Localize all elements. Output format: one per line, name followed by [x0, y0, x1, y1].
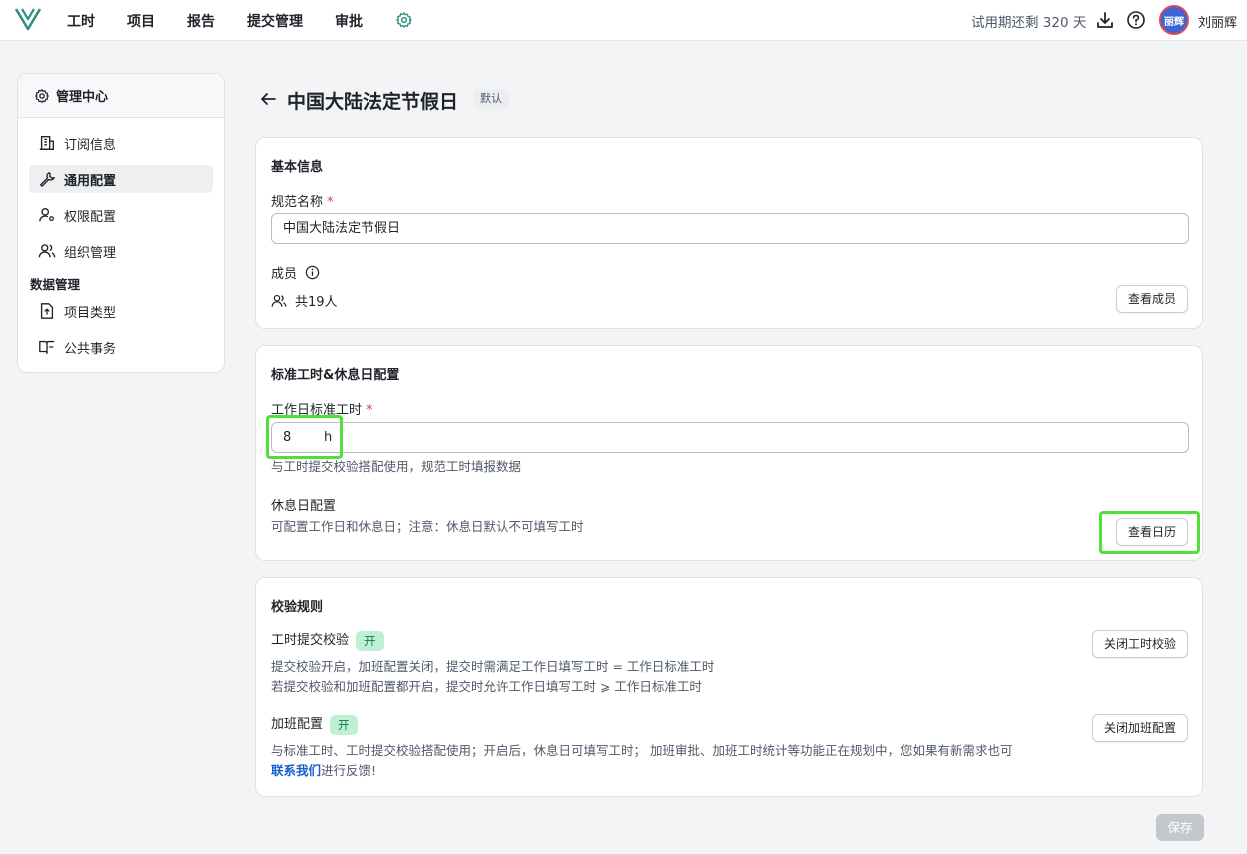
close-overtime-button[interactable]: 关闭加班配置 — [1092, 714, 1189, 742]
highlight-box — [266, 415, 343, 459]
back-arrow-icon[interactable] — [259, 90, 277, 108]
sidebar-item-label: 订阅信息 — [64, 137, 117, 153]
workday-hours-input[interactable]: 8 h — [271, 422, 1189, 453]
name-label-text: 规范名称 — [271, 195, 324, 210]
submit-check-description-2: 若提交校验和加班配置都开启，提交时允许工作日填写工时 ⩾ 工作日标准工时 — [271, 679, 702, 694]
sidebar-item-general-config[interactable]: 通用配置 — [29, 165, 213, 193]
building-icon — [39, 136, 54, 150]
validation-rules-title: 校验规则 — [271, 600, 324, 615]
members-label-text: 成员 — [271, 267, 298, 282]
default-tag: 默认 — [473, 89, 509, 109]
user-avatar[interactable]: 丽辉 — [1159, 5, 1189, 35]
name-input[interactable]: 中国大陆法定节假日 — [271, 213, 1189, 244]
admin-sidebar: 管理中心 订阅信息 通用配置 权限配置 组织管理 数据管理 项目类型 公共事务 — [17, 73, 225, 373]
settings-gear-icon[interactable] — [395, 11, 413, 29]
sidebar-item-project-types[interactable]: 项目类型 — [29, 297, 213, 325]
trial-remaining-text: 试用期还剩 320 天 — [971, 15, 1087, 31]
basic-info-title: 基本信息 — [271, 160, 324, 175]
overtime-description: 与标准工时、工时提交校验搭配使用；开启后，休息日可填写工时； 加班审批、加班工时… — [271, 741, 1091, 781]
user-key-icon — [39, 208, 54, 222]
nav-item-projects[interactable]: 项目 — [127, 11, 155, 31]
standard-hours-title: 标准工时&休息日配置 — [271, 368, 400, 383]
validation-rules-card: 校验规则 工时提交校验开 提交校验开启，加班配置关闭，提交时需满足工作日填写工时… — [255, 577, 1203, 797]
file-icon — [40, 303, 54, 319]
nav-item-submission-management[interactable]: 提交管理 — [247, 11, 303, 31]
members-count-text: 共19人 — [295, 295, 338, 310]
nav-item-reports[interactable]: 报告 — [187, 11, 215, 31]
contact-us-link[interactable]: 联系我们 — [271, 763, 321, 778]
submit-check-description-1: 提交校验开启，加班配置关闭，提交时需满足工作日填写工时 = 工作日标准工时 — [271, 659, 715, 674]
overtime-status-badge: 开 — [330, 714, 358, 735]
page-title: 中国大陆法定节假日 — [287, 91, 459, 113]
close-submit-check-button[interactable]: 关闭工时校验 — [1092, 630, 1189, 658]
overtime-description-text: 与标准工时、工时提交校验搭配使用；开启后，休息日可填写工时； 加班审批、加班工时… — [271, 743, 1013, 758]
sidebar-group-data-management: 数据管理 — [30, 277, 81, 292]
app-logo-icon[interactable] — [14, 6, 42, 32]
help-icon[interactable] — [1126, 10, 1146, 30]
sidebar-item-label: 项目类型 — [64, 305, 117, 321]
sidebar-header: 管理中心 — [18, 74, 224, 118]
users-icon — [271, 294, 287, 307]
top-navigation-bar: 工时 项目 报告 提交管理 审批 试用期还剩 320 天 丽辉 刘丽辉 — [0, 0, 1247, 41]
info-icon[interactable] — [305, 265, 320, 280]
rest-day-config-label: 休息日配置 — [271, 499, 337, 514]
workday-hours-description: 与工时提交校验搭配使用，规范工时填报数据 — [271, 459, 522, 474]
name-field-label: 规范名称 * — [271, 191, 334, 210]
view-members-button[interactable]: 查看成员 — [1116, 285, 1189, 313]
nav-item-approval[interactable]: 审批 — [335, 11, 363, 31]
save-button[interactable]: 保存 — [1156, 814, 1204, 841]
feedback-suffix-text: 进行反馈! — [321, 763, 377, 778]
members-label: 成员 — [271, 263, 320, 282]
sidebar-item-permissions[interactable]: 权限配置 — [29, 201, 213, 229]
sidebar-item-subscription[interactable]: 订阅信息 — [29, 129, 213, 157]
sidebar-item-label: 权限配置 — [64, 209, 117, 225]
submit-check-label: 工时提交校验开 — [271, 629, 384, 651]
overtime-label-text: 加班配置 — [271, 717, 324, 732]
sidebar-item-label: 组织管理 — [64, 245, 117, 261]
avatar-text: 丽辉 — [1164, 16, 1184, 28]
book-icon — [39, 340, 55, 354]
wrench-icon — [40, 172, 55, 187]
download-icon[interactable] — [1095, 10, 1115, 30]
settings-gear-icon — [35, 88, 49, 103]
required-mark: * — [327, 195, 334, 210]
submit-check-status-badge: 开 — [356, 630, 384, 651]
sidebar-header-title: 管理中心 — [56, 90, 109, 105]
basic-info-card: 基本信息 规范名称 * 中国大陆法定节假日 成员 共19人 查看成员 — [255, 137, 1203, 329]
sidebar-item-organization[interactable]: 组织管理 — [29, 237, 213, 265]
members-count: 共19人 — [271, 291, 338, 310]
standard-hours-card: 标准工时&休息日配置 工作日标准工时 * 8 h 与工时提交校验搭配使用，规范工时… — [255, 345, 1203, 561]
users-icon — [38, 244, 56, 258]
sidebar-item-label: 公共事务 — [64, 341, 117, 357]
highlight-box — [1099, 511, 1200, 554]
nav-item-timesheet[interactable]: 工时 — [67, 11, 95, 31]
overtime-config-label: 加班配置开 — [271, 713, 358, 735]
sidebar-item-label: 通用配置 — [64, 173, 117, 189]
sidebar-item-public-affairs[interactable]: 公共事务 — [29, 333, 213, 361]
submit-check-label-text: 工时提交校验 — [271, 633, 350, 648]
username[interactable]: 刘丽辉 — [1198, 12, 1237, 31]
required-mark: * — [366, 403, 373, 418]
rest-day-description: 可配置工作日和休息日；注意：休息日默认不可填写工时 — [271, 519, 584, 534]
